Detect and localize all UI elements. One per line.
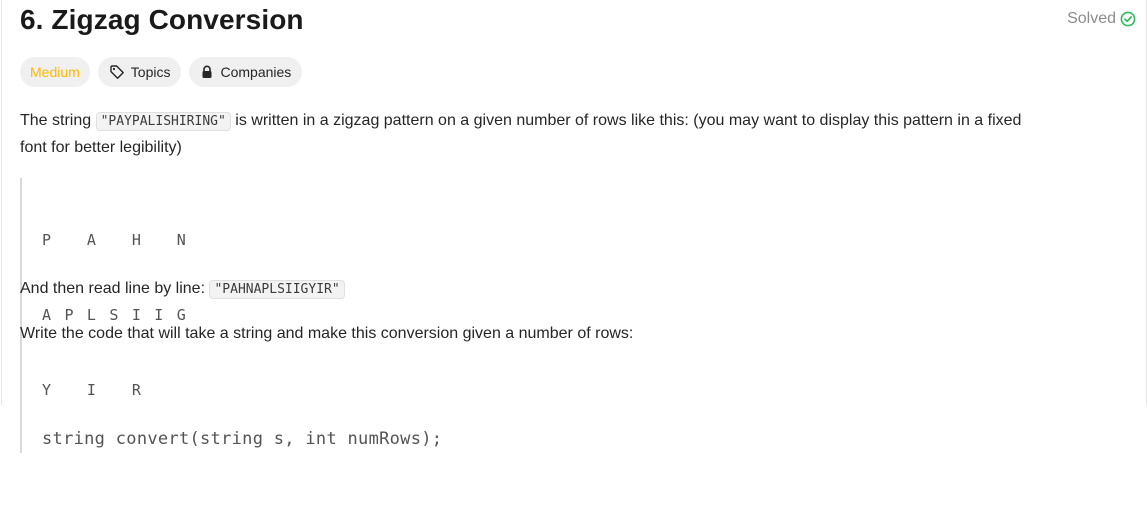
intro-line-1: The string "PAYPALISHIRING" is written i… xyxy=(20,108,1021,135)
companies-label: Companies xyxy=(220,64,292,80)
solved-label: Solved xyxy=(1067,10,1116,27)
problem-title[interactable]: 6. Zigzag Conversion xyxy=(20,2,304,38)
task-paragraph: Write the code that will take a string a… xyxy=(20,325,634,342)
read-line-text: And then read line by line: xyxy=(20,280,210,297)
difficulty-badge[interactable]: Medium xyxy=(20,57,90,87)
function-signature: string convert(string s, int numRows); xyxy=(42,429,443,449)
intro-text-after: is written in a zigzag pattern on a give… xyxy=(230,112,1022,129)
tag-icon xyxy=(109,64,125,80)
solved-status: Solved xyxy=(1067,8,1136,30)
example-output-code: "PAHNAPLSIIGYIR" xyxy=(209,280,345,299)
topics-button[interactable]: Topics xyxy=(97,57,182,87)
lock-icon xyxy=(200,65,214,79)
intro-line-2: font for better legibility) xyxy=(20,139,182,156)
intro-paragraph: The string "PAYPALISHIRING" is written i… xyxy=(20,108,1021,161)
companies-button[interactable]: Companies xyxy=(189,57,303,87)
check-circle-icon xyxy=(1120,11,1136,27)
difficulty-label: Medium xyxy=(30,64,80,80)
read-line-paragraph: And then read line by line: "PAHNAPLSIIG… xyxy=(20,276,345,303)
tag-row: Medium Topics Companies xyxy=(20,57,303,87)
example-input-code: "PAYPALISHIRING" xyxy=(95,112,231,131)
zigzag-row-1: P A H N xyxy=(42,231,188,249)
intro-text-before: The string xyxy=(20,112,96,129)
topics-label: Topics xyxy=(130,64,171,80)
zigzag-example-block: P A H N A P L S I I G Y I R xyxy=(20,178,188,453)
function-signature-block: string convert(string s, int numRows); xyxy=(20,364,442,449)
title-row: 6. Zigzag Conversion Solved xyxy=(20,2,1136,38)
